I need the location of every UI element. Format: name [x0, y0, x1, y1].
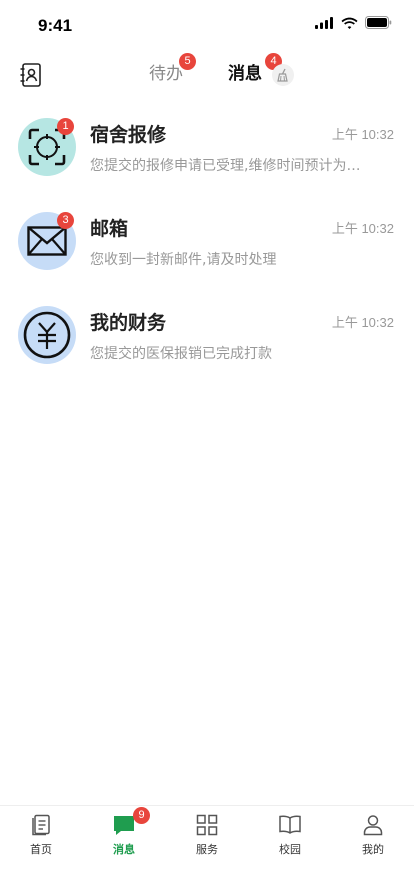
avatar: [18, 306, 76, 364]
open-book-icon: [279, 815, 301, 834]
message-list: 1 宿舍报修 上午 10:32 您提交的报修申请已受理,维修时间预计为… 3 邮…: [0, 110, 414, 392]
yuan-coin-icon: [23, 311, 71, 359]
tabbar-item-messages[interactable]: 9 消息: [83, 806, 165, 866]
clear-unread-button[interactable]: [272, 64, 294, 86]
tabbar-label: 消息: [113, 843, 135, 856]
list-item-finance[interactable]: 我的财务 上午 10:32 您提交的医保报销已完成打款: [0, 298, 414, 392]
contacts-button[interactable]: [18, 62, 44, 88]
wifi-icon: [341, 17, 358, 29]
unread-badge: 3: [57, 212, 74, 229]
status-time: 9:41: [38, 16, 73, 35]
battery-icon: [365, 16, 392, 29]
messages-screen: 9:41 待办 5 消息 4 1 宿舍报修 上午 10:32 您提交的报修申请已…: [0, 0, 414, 896]
address-book-icon: [20, 63, 41, 87]
tab-todo[interactable]: 待办: [149, 62, 183, 86]
tabbar-messages-badge: 9: [133, 807, 150, 824]
cellular-signal-icon: [315, 16, 333, 29]
home-document-icon: [32, 814, 50, 836]
list-item-mailbox[interactable]: 3 邮箱 上午 10:32 您收到一封新邮件,请及时处理: [0, 204, 414, 298]
list-item-dorm-repair[interactable]: 1 宿舍报修 上午 10:32 您提交的报修申请已受理,维修时间预计为…: [0, 110, 414, 204]
header: [0, 52, 414, 96]
grid-icon: [196, 814, 218, 836]
tabbar-item-mine[interactable]: 我的: [332, 806, 414, 866]
tab-todo-badge: 5: [179, 53, 196, 70]
tabbar-item-campus[interactable]: 校园: [249, 806, 331, 866]
tabbar-label: 校园: [279, 843, 301, 856]
bottom-tab-bar: 首页 9 消息 服务 校园 我的: [0, 805, 414, 896]
status-icons: [315, 16, 392, 29]
person-icon: [363, 815, 383, 836]
message-time: 上午 10:32: [331, 315, 394, 330]
message-preview: 您收到一封新邮件,请及时处理: [90, 252, 277, 268]
broom-icon: [277, 68, 288, 82]
tabbar-label: 我的: [362, 843, 384, 856]
message-time: 上午 10:32: [331, 221, 394, 236]
unread-badge: 1: [57, 118, 74, 135]
message-preview: 您提交的医保报销已完成打款: [90, 346, 272, 362]
tabbar-label: 首页: [30, 843, 52, 856]
tabbar-item-home[interactable]: 首页: [0, 806, 82, 866]
tabbar-item-services[interactable]: 服务: [166, 806, 248, 866]
message-title: 宿舍报修: [90, 124, 167, 146]
message-preview: 您提交的报修申请已受理,维修时间预计为…: [90, 158, 361, 174]
message-title: 邮箱: [90, 218, 129, 240]
message-time: 上午 10:32: [331, 127, 394, 142]
tabbar-label: 服务: [196, 843, 218, 856]
mail-envelope-icon: [27, 226, 67, 256]
message-title: 我的财务: [90, 312, 167, 334]
tab-messages[interactable]: 消息: [228, 62, 262, 86]
status-bar: 9:41: [0, 0, 414, 50]
